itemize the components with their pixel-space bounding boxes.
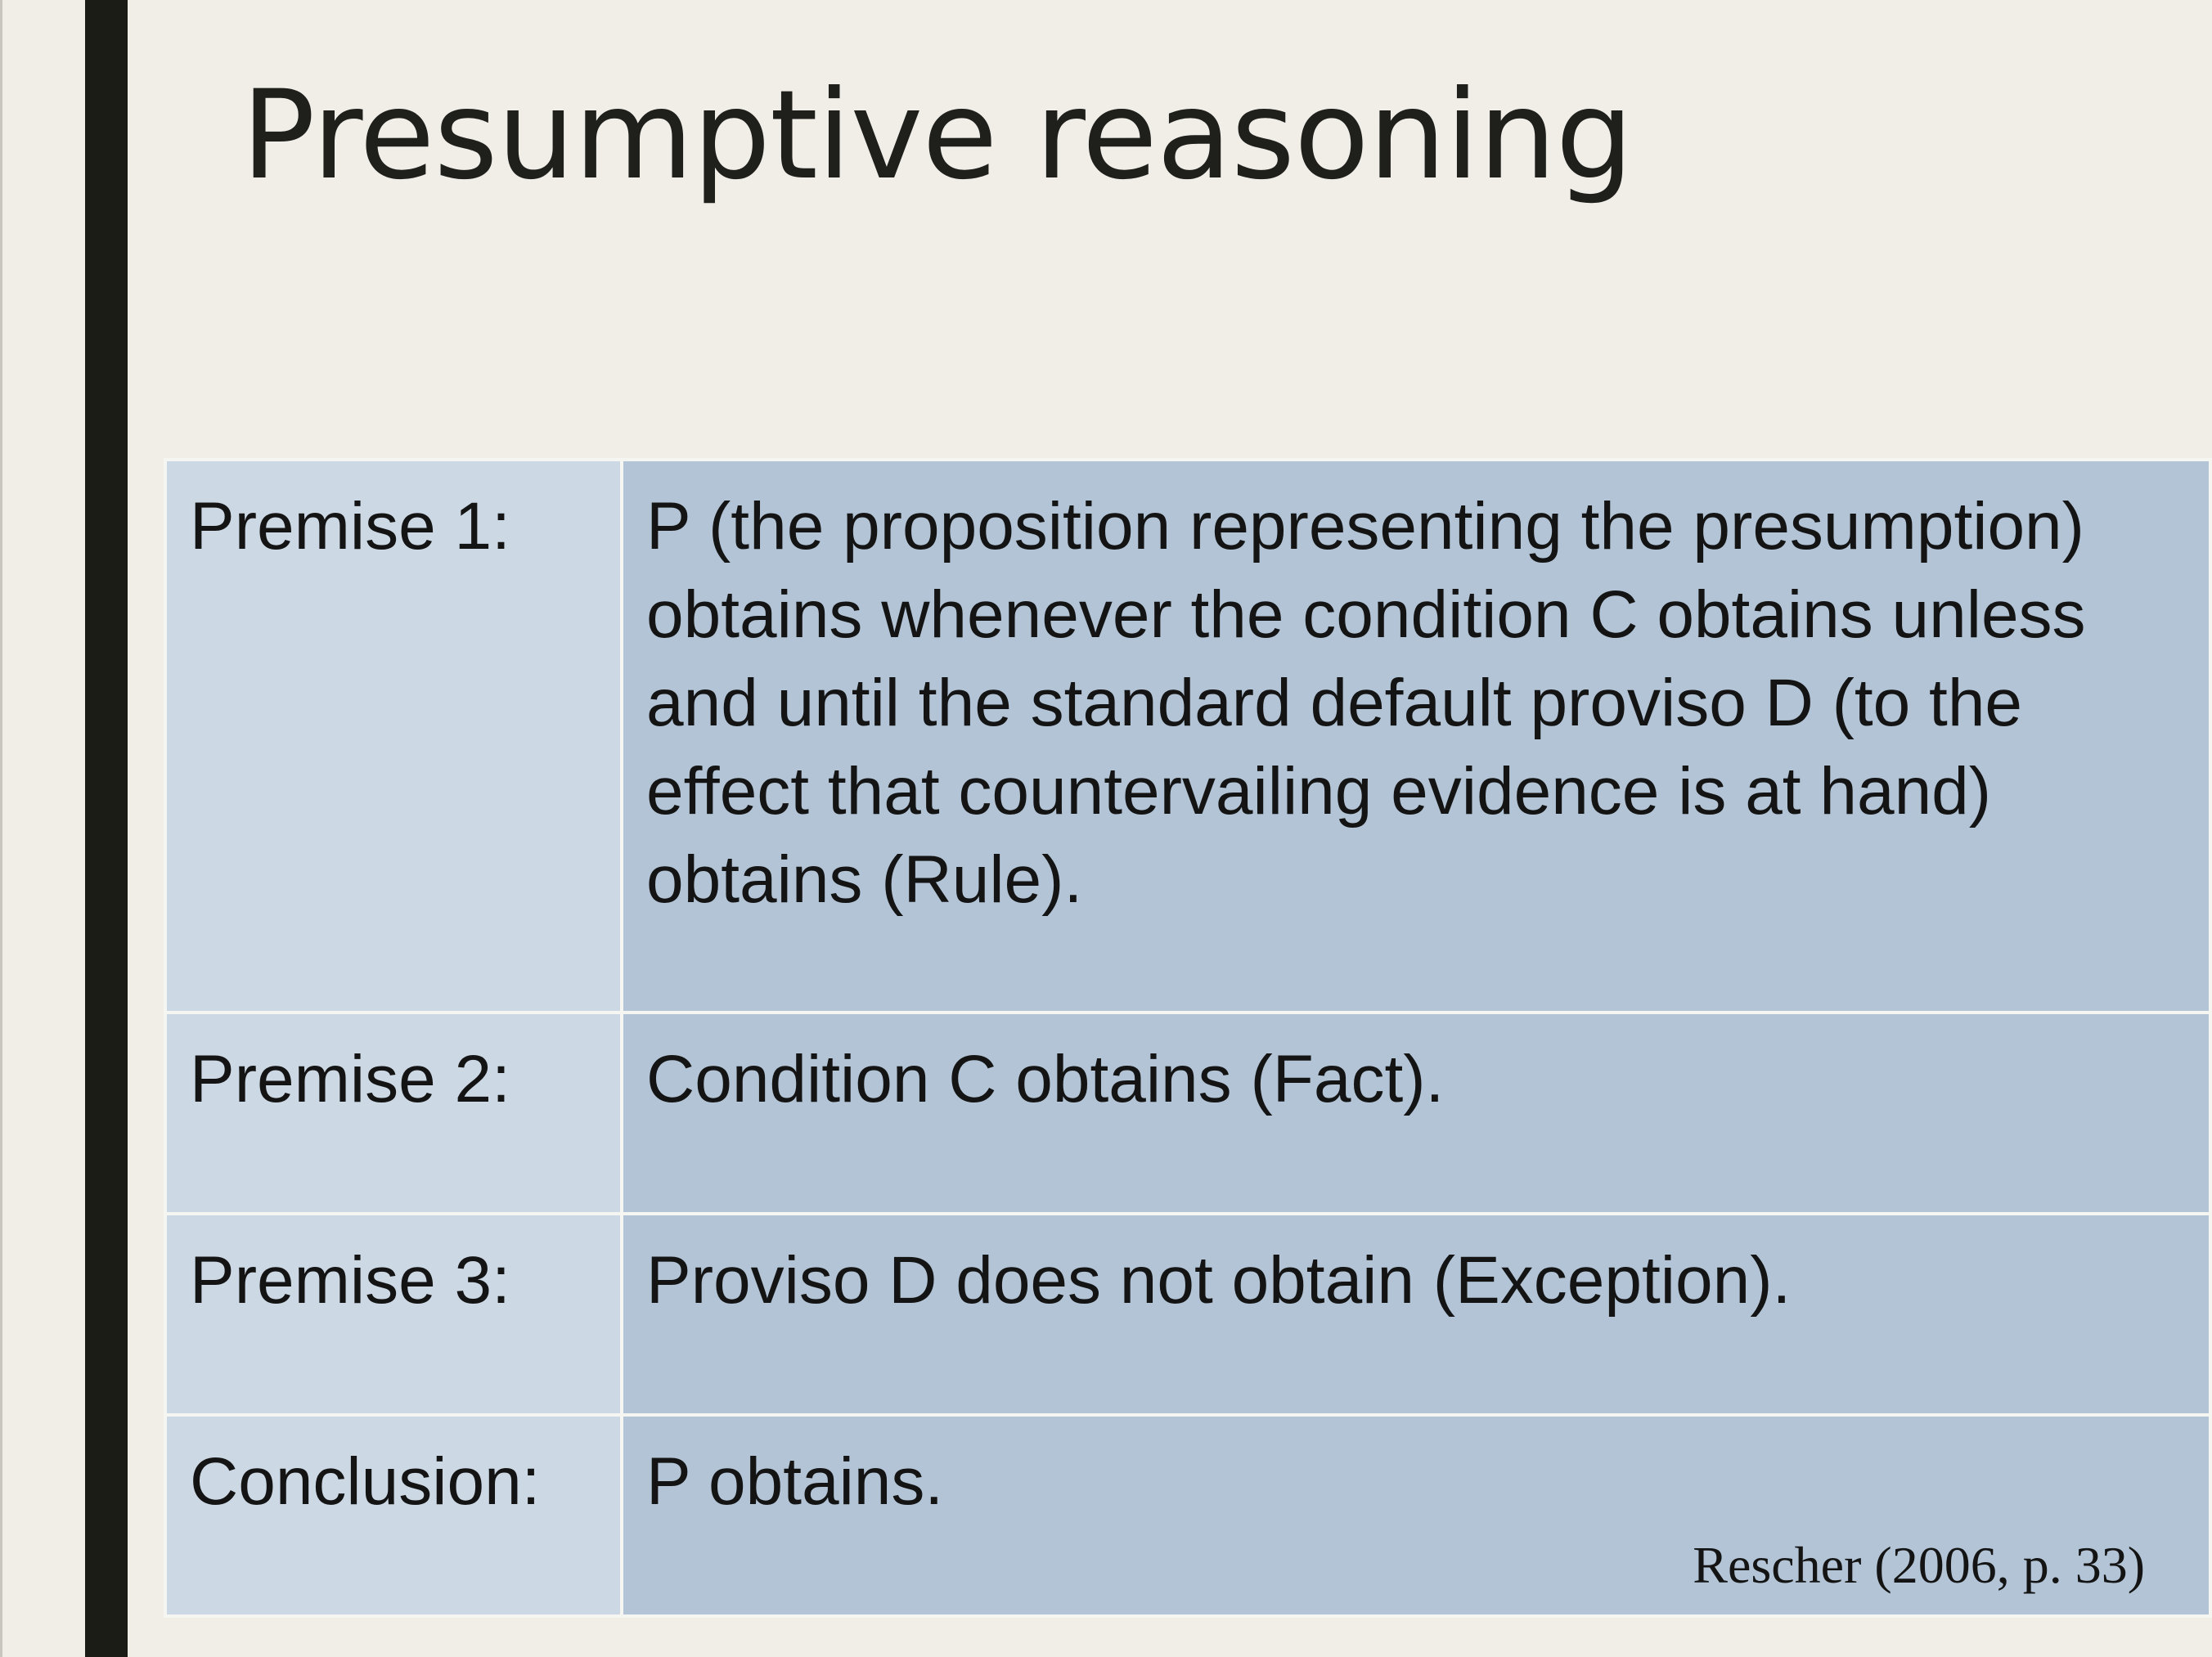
row-label-premise-2: Premise 2:: [164, 1011, 623, 1215]
table-row: Premise 1: P (the proposition representi…: [164, 458, 2212, 1014]
row-text-conclusion: P obtains. Rescher (2006, p. 33): [620, 1413, 2212, 1618]
table-row: Premise 2: Condition C obtains (Fact).: [164, 1011, 2212, 1215]
row-text-premise-2: Condition C obtains (Fact).: [620, 1011, 2212, 1215]
accent-bar: [85, 0, 128, 1657]
table-row: Conclusion: P obtains. Rescher (2006, p.…: [164, 1413, 2212, 1618]
premise-1-text: P (the proposition representing the pres…: [646, 489, 2086, 917]
row-label-conclusion: Conclusion:: [164, 1413, 623, 1618]
row-text-premise-1: P (the proposition representing the pres…: [620, 458, 2212, 1014]
left-edge-line: [0, 0, 2, 1657]
conclusion-text: P obtains.: [646, 1444, 944, 1519]
slide-title: Presumptive reasoning: [241, 65, 1634, 207]
premise-table: Premise 1: P (the proposition representi…: [164, 458, 2212, 1618]
row-text-premise-3: Proviso D does not obtain (Exception).: [620, 1212, 2212, 1417]
premise-3-text: Proviso D does not obtain (Exception).: [646, 1243, 1792, 1318]
citation: Rescher (2006, p. 33): [1693, 1536, 2145, 1594]
row-label-premise-1: Premise 1:: [164, 458, 623, 1014]
row-label-premise-3: Premise 3:: [164, 1212, 623, 1417]
table-row: Premise 3: Proviso D does not obtain (Ex…: [164, 1212, 2212, 1417]
premise-2-text: Condition C obtains (Fact).: [646, 1042, 1445, 1116]
